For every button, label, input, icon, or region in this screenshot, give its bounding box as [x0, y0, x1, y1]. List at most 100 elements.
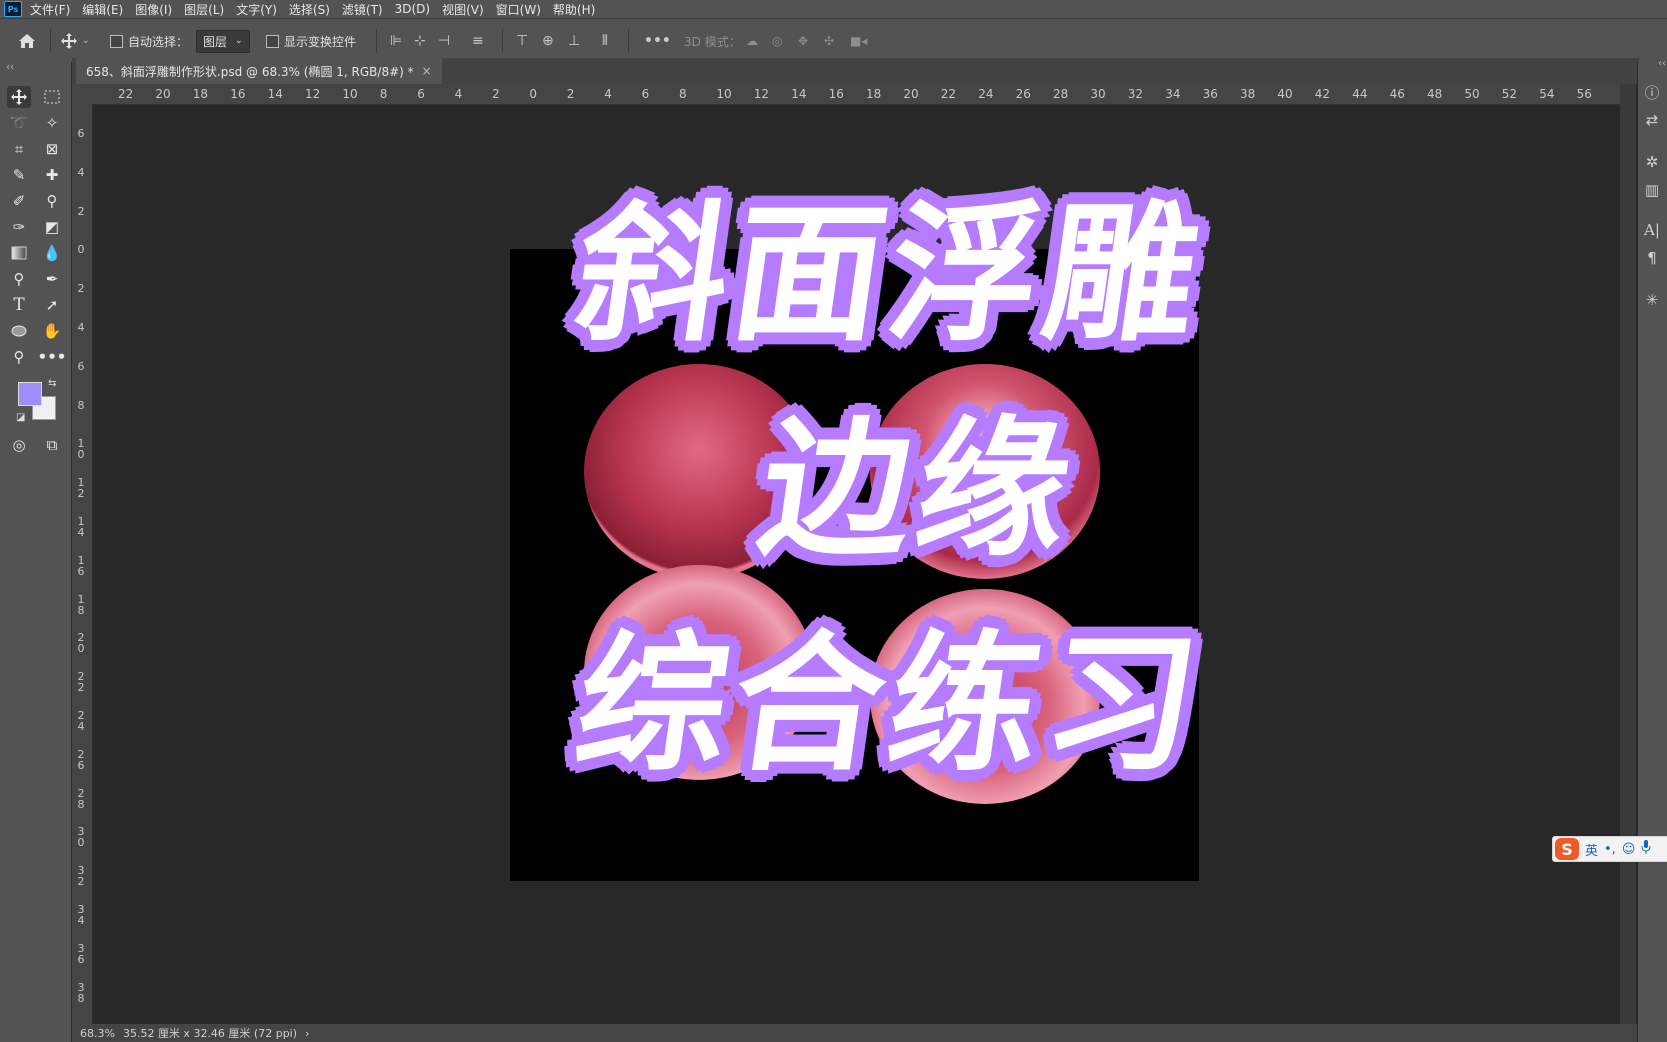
- magic-wand-icon[interactable]: ✧: [40, 112, 64, 134]
- menu-help[interactable]: 帮助(H): [553, 1, 595, 18]
- close-icon[interactable]: ×: [422, 64, 432, 78]
- auto-select-checkbox[interactable]: 自动选择：: [110, 19, 188, 63]
- home-icon[interactable]: [18, 19, 36, 63]
- headline-line-2: 边缘: [749, 403, 1087, 577]
- ruler-h-label: 10: [342, 87, 358, 101]
- expand-panels-icon[interactable]: ‹‹: [1658, 58, 1666, 69]
- menu-filter[interactable]: 滤镜(T): [342, 1, 383, 18]
- menu-type[interactable]: 文字(Y): [236, 1, 277, 18]
- properties-icon[interactable]: ⇄: [1642, 110, 1662, 130]
- healing-brush-icon[interactable]: ✚: [40, 164, 64, 186]
- vertical-ruler[interactable]: 64202468101214161820222426283032343638: [72, 104, 93, 1024]
- ruler-h-label: 16: [230, 87, 246, 101]
- screen-mode-icon[interactable]: ⧉: [40, 434, 64, 456]
- history-brush-icon[interactable]: ✑: [7, 216, 31, 238]
- distribute-icon[interactable]: ≡: [472, 19, 484, 63]
- ruler-h-label: 38: [1240, 87, 1256, 101]
- gradient-icon[interactable]: [7, 242, 31, 264]
- ruler-v-label: 16: [77, 553, 85, 578]
- auto-select-label: 自动选择：: [128, 34, 189, 49]
- pen-icon[interactable]: ✒: [40, 268, 64, 290]
- eyedropper-icon[interactable]: ✎: [7, 164, 31, 186]
- ellipse-icon[interactable]: [7, 320, 31, 342]
- info-icon[interactable]: ⓘ: [1642, 82, 1662, 102]
- ruler-v-label: 20: [77, 631, 85, 656]
- align-bottom-icon[interactable]: ⊥: [568, 19, 580, 63]
- document-size: 35.52 厘米 x 32.46 厘米 (72 ppi): [122, 1027, 298, 1040]
- vertical-scrollbar[interactable]: [1620, 84, 1636, 1024]
- swap-colors-icon[interactable]: ⇆: [48, 378, 56, 389]
- rect-marquee-icon[interactable]: [40, 86, 64, 108]
- sogou-logo-icon[interactable]: S: [1555, 838, 1579, 860]
- document-tab-title: 658、斜面浮雕制作形状.psd @ 68.3% (椭圆 1, RGB/8#) …: [86, 64, 414, 79]
- zoom-icon[interactable]: ⚲: [7, 346, 31, 368]
- ime-language-toggle[interactable]: 英: [1585, 840, 1598, 859]
- move-tool-preset-icon[interactable]: ⌄: [60, 19, 90, 63]
- menu-image[interactable]: 图像(I): [135, 1, 172, 18]
- ime-toolbar[interactable]: S 英 •, ☺: [1552, 836, 1667, 862]
- frame-icon[interactable]: ⊠: [40, 138, 64, 160]
- ruler-h-label: 26: [1015, 87, 1031, 101]
- ruler-h-label: 44: [1352, 87, 1368, 101]
- status-arrow-icon[interactable]: ›: [305, 1027, 309, 1040]
- brush-icon[interactable]: ✐: [7, 190, 31, 212]
- chevron-down-icon: ⌄: [82, 36, 90, 46]
- ime-mic-icon[interactable]: [1641, 840, 1651, 858]
- menu-layer[interactable]: 图层(L): [184, 1, 224, 18]
- ruler-v-label: 28: [77, 786, 85, 811]
- crop-icon[interactable]: ⌗: [7, 138, 31, 160]
- collapse-panel-icon[interactable]: ‹‹: [6, 62, 14, 73]
- move-icon[interactable]: [7, 86, 31, 108]
- character-icon[interactable]: A|: [1642, 220, 1662, 240]
- hand-icon[interactable]: ✋: [40, 320, 64, 342]
- menu-window[interactable]: 窗口(W): [496, 1, 541, 18]
- more-options-icon[interactable]: •••: [644, 19, 671, 63]
- ruler-v-label: 24: [77, 709, 85, 733]
- ruler-v-label: 22: [77, 670, 85, 695]
- align-hcenter-icon[interactable]: ⊹: [414, 19, 426, 63]
- menu-view[interactable]: 视图(V): [442, 1, 484, 18]
- menu-edit[interactable]: 编辑(E): [82, 1, 123, 18]
- align-top-icon[interactable]: ⊤: [516, 19, 528, 63]
- align-right-icon[interactable]: ⊣: [438, 19, 450, 63]
- ruler-h-label: 4: [454, 87, 463, 101]
- ruler-h-label: 42: [1314, 87, 1331, 101]
- blur-icon[interactable]: 💧: [40, 242, 64, 264]
- type-icon[interactable]: T: [7, 294, 31, 316]
- quick-mask-icon[interactable]: ◎: [7, 434, 31, 456]
- menu-file[interactable]: 文件(F): [30, 1, 70, 18]
- ruler-v-label: 10: [77, 437, 85, 462]
- distribute-vertical-icon[interactable]: ⫴: [602, 19, 608, 63]
- dodge-icon[interactable]: ⚲: [7, 268, 31, 290]
- foreground-color-swatch[interactable]: [18, 382, 42, 406]
- 3d-pan-icon[interactable]: ✥: [798, 19, 808, 63]
- horizontal-ruler[interactable]: 22 20 18 16 14 12 10 8 6 4 2 0 2 4 6 8 10 12 14 16 18 20 22 24 2…: [72, 84, 1620, 105]
- more-icon[interactable]: •••: [38, 346, 67, 368]
- paragraph-icon[interactable]: ¶: [1642, 248, 1662, 268]
- 3d-slide-icon[interactable]: ✣: [824, 19, 834, 63]
- ruler-h-label: 0: [529, 87, 538, 101]
- auto-select-dropdown[interactable]: 图层 ⌄: [196, 29, 250, 53]
- clone-stamp-icon[interactable]: ⚲: [40, 190, 64, 212]
- 3d-roll-icon[interactable]: ◎: [772, 19, 782, 63]
- align-vcenter-icon[interactable]: ⊕: [542, 19, 554, 63]
- menu-select[interactable]: 选择(S): [289, 1, 330, 18]
- default-colors-icon[interactable]: ◪: [16, 412, 25, 423]
- zoom-level[interactable]: 68.3%: [80, 1027, 115, 1040]
- headline-line-1: 斜面浮雕: [565, 188, 1215, 362]
- show-transform-checkbox[interactable]: 显示变换控件: [266, 19, 356, 63]
- eraser-icon[interactable]: ◩: [40, 216, 64, 238]
- histogram-icon[interactable]: ▥: [1642, 180, 1662, 200]
- path-select-icon[interactable]: ➚: [40, 294, 64, 316]
- ime-punctuation-icon[interactable]: •,: [1604, 842, 1616, 857]
- lasso-icon[interactable]: ➰: [7, 112, 31, 134]
- adjustments-icon[interactable]: ✳: [1642, 290, 1662, 310]
- menu-3d[interactable]: 3D(D): [395, 2, 430, 16]
- document-tab[interactable]: 658、斜面浮雕制作形状.psd @ 68.3% (椭圆 1, RGB/8#) …: [76, 58, 442, 84]
- align-left-icon[interactable]: ⊫: [390, 19, 402, 63]
- 3d-scale-icon[interactable]: ■◂: [850, 19, 867, 63]
- ime-emoji-icon[interactable]: ☺: [1622, 842, 1636, 857]
- ruler-h-label: 40: [1277, 87, 1293, 101]
- 3d-orbit-icon[interactable]: ☁: [746, 19, 758, 63]
- navigator-icon[interactable]: ✲: [1642, 152, 1662, 172]
